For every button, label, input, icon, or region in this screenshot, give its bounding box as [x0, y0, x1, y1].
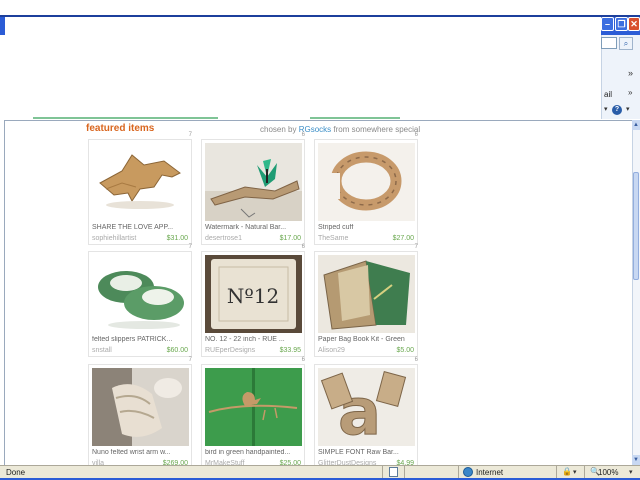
listing-seller[interactable]: TheSame [318, 235, 348, 242]
curator-line: chosen by RGsocks from somewhere special [260, 125, 420, 134]
listing-card[interactable]: 7 felted slippers PATRICK... snstall $60… [88, 244, 192, 357]
zoom-level[interactable]: 100% [598, 468, 618, 477]
card-index: 6 [414, 132, 418, 138]
help-icon[interactable]: ? [612, 105, 622, 115]
listing-card[interactable]: 6 Nº12 NO. 12 - 22 inch - RUE ... RUEper… [201, 244, 305, 357]
chosen-by-label: chosen by [260, 125, 297, 134]
card-index: 7 [188, 132, 192, 138]
scroll-up-icon[interactable]: ▲ [632, 120, 640, 130]
listing-price: $33.95 [279, 347, 301, 354]
listing-title[interactable]: SIMPLE FONT Raw Bar... [318, 449, 416, 456]
maximize-button[interactable]: ❐ [615, 17, 628, 31]
listing-card[interactable]: 7 SHARE THE LOVE APP... sophiehillartist… [88, 132, 192, 245]
listing-title[interactable]: bird in green handpainted... [205, 449, 303, 456]
listing-title[interactable]: Nuno felted wrist arm w... [92, 449, 190, 456]
search-input[interactable] [601, 37, 617, 49]
card-index: 7 [188, 357, 192, 363]
listing-seller[interactable]: Alison29 [318, 347, 345, 354]
close-button[interactable]: ✕ [628, 17, 640, 31]
listing-title[interactable]: Striped cuff [318, 224, 416, 231]
listing-card[interactable]: 7 Paper Bag Book Kit - Green Alison29 $5… [314, 244, 418, 357]
card-index: 6 [301, 357, 305, 363]
card-index: 6 [301, 132, 305, 138]
listing-title[interactable]: Watermark - Natural Bar... [205, 224, 303, 231]
listing-card[interactable]: 6 Striped cuff TheSame $27.00 [314, 132, 418, 245]
dropdown-arrow-icon[interactable]: ▾ [604, 105, 608, 113]
security-dropdown-icon[interactable]: ▾ [573, 468, 577, 476]
card-index: 6 [414, 357, 418, 363]
source-label: somewhere special [351, 125, 421, 134]
from-label: from [333, 125, 350, 134]
listing-thumbnail[interactable] [92, 255, 189, 333]
listing-thumbnail[interactable] [318, 255, 415, 333]
card-index: 7 [414, 244, 418, 250]
listing-thumbnail[interactable] [318, 143, 415, 221]
security-zone-label: Internet [476, 468, 504, 477]
help-dropdown-icon[interactable]: ▾ [626, 105, 630, 113]
listing-thumbnail[interactable]: Nº12 [205, 255, 302, 333]
search-icon[interactable]: ⌕ [619, 37, 633, 50]
listing-card[interactable]: 6 Watermark - Natural Bar... desertrose1… [201, 132, 305, 245]
listing-title[interactable]: SHARE THE LOVE APP... [92, 224, 190, 231]
minimize-button[interactable]: – [601, 17, 614, 31]
listing-card[interactable]: 6 bird in green handpainted... MrMakeStu… [201, 357, 305, 470]
scroll-down-icon[interactable]: ▼ [632, 455, 640, 465]
scroll-thumb[interactable] [633, 172, 639, 280]
zoom-dropdown-icon[interactable]: ▾ [629, 468, 633, 476]
listing-card[interactable]: 7 Nuno felted wrist arm w... villa $269.… [88, 357, 192, 470]
listing-thumbnail[interactable] [92, 368, 189, 446]
listing-thumbnail[interactable] [205, 143, 302, 221]
listing-title[interactable]: Paper Bag Book Kit - Green [318, 336, 416, 343]
globe-icon [463, 467, 473, 477]
listing-seller[interactable]: RUEperDesigns [205, 347, 255, 354]
featured-items-heading: featured items [86, 123, 155, 134]
listing-price: $27.00 [392, 235, 414, 242]
card-index: 6 [301, 244, 305, 250]
listing-thumbnail[interactable] [205, 368, 302, 446]
listing-thumbnail[interactable] [92, 143, 189, 221]
listing-price: $31.00 [166, 235, 188, 242]
listing-title[interactable]: felted slippers PATRICK... [92, 336, 190, 343]
toolbar-overflow-icon[interactable]: » [628, 88, 632, 97]
status-text: Done [6, 468, 26, 477]
tab-highlight [33, 117, 218, 119]
tab-highlight [310, 117, 400, 119]
listing-price: $60.00 [166, 347, 188, 354]
listing-card[interactable]: 6 a SIMPLE FONT Raw Bar... GlitterDustDe… [314, 357, 418, 470]
title-area [5, 17, 601, 35]
chevron-more-icon[interactable]: » [628, 68, 633, 78]
page-status-icon [389, 467, 398, 477]
listing-seller[interactable]: sophiehillartist [92, 235, 136, 242]
listing-seller[interactable]: desertrose1 [205, 235, 242, 242]
toolbar-label-fragment[interactable]: ail [604, 90, 612, 99]
card-index: 7 [188, 244, 192, 250]
listing-price: $5.00 [396, 347, 414, 354]
toolbar-area [5, 35, 601, 119]
listing-price: $17.00 [279, 235, 301, 242]
lock-icon[interactable]: 🔒 [562, 467, 572, 477]
svg-text:Nº12: Nº12 [227, 284, 279, 308]
listing-title[interactable]: NO. 12 - 22 inch - RUE ... [205, 336, 303, 343]
listing-seller[interactable]: snstall [92, 347, 112, 354]
browser-window: – ❐ ✕ ⌕ » ail » ▾ ? ▾ featured items cho… [0, 0, 640, 480]
listing-thumbnail[interactable]: a [318, 368, 415, 446]
